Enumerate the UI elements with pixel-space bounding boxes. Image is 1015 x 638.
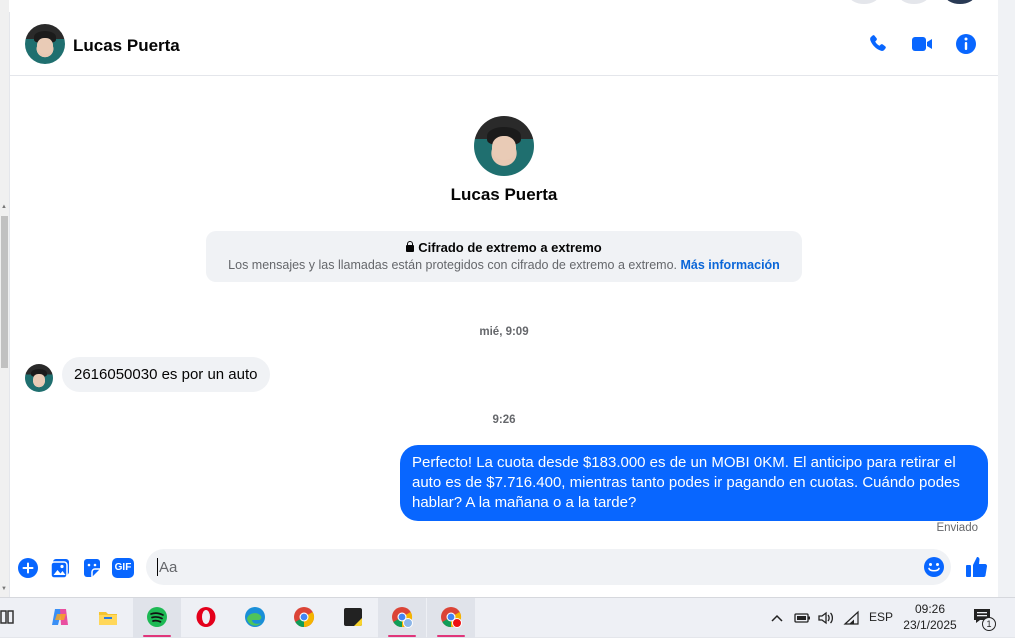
taskbar-opera[interactable] bbox=[182, 598, 230, 638]
message-timestamp: 9:26 bbox=[492, 414, 516, 426]
taskbar-edge[interactable] bbox=[231, 598, 279, 638]
encryption-notice: Cifrado de extremo a extremo Los mensaje… bbox=[206, 231, 802, 282]
message-timestamp: mié, 9:09 bbox=[479, 326, 529, 338]
taskbar-chrome[interactable] bbox=[280, 598, 328, 638]
battery-icon[interactable] bbox=[793, 611, 811, 625]
task-view-icon bbox=[0, 610, 14, 624]
top-bar-remnant bbox=[9, 0, 998, 12]
thumbs-up-icon[interactable] bbox=[965, 555, 989, 579]
language-indicator[interactable]: ESP bbox=[869, 610, 893, 624]
message-input[interactable]: Aa bbox=[146, 549, 951, 585]
scroll-down-icon[interactable]: ▼ bbox=[1, 586, 7, 592]
outgoing-message[interactable]: Perfecto! La cuota desde $183.000 es de … bbox=[400, 445, 988, 521]
message-placeholder: Aa bbox=[159, 559, 178, 576]
encryption-description: Los mensajes y las llamadas están proteg… bbox=[228, 258, 780, 272]
taskbar-chrome-profile[interactable] bbox=[378, 598, 426, 638]
right-gutter bbox=[998, 0, 1015, 597]
taskbar-file-explorer[interactable] bbox=[84, 598, 132, 638]
notification-count-badge: 1 bbox=[982, 617, 996, 631]
sticky-notes-icon bbox=[344, 608, 362, 626]
top-button[interactable] bbox=[899, 0, 929, 4]
chrome-icon bbox=[392, 607, 413, 628]
chevron-up-icon[interactable] bbox=[770, 611, 784, 625]
emoji-icon[interactable] bbox=[923, 556, 945, 578]
contact-name[interactable]: Lucas Puerta bbox=[73, 36, 180, 56]
message-status: Enviado bbox=[936, 522, 978, 534]
text-caret bbox=[157, 558, 158, 576]
encryption-title: Cifrado de extremo a extremo bbox=[206, 240, 802, 255]
profile-avatar[interactable] bbox=[474, 116, 534, 176]
plus-circle-icon[interactable] bbox=[17, 557, 39, 579]
gif-icon[interactable]: GIF bbox=[112, 558, 134, 578]
top-button[interactable] bbox=[849, 0, 879, 4]
taskbar-sticky-notes[interactable] bbox=[329, 598, 377, 638]
system-clock[interactable]: 09:26 23/1/2025 bbox=[897, 601, 963, 633]
chrome-icon bbox=[441, 607, 462, 628]
top-avatar[interactable] bbox=[945, 0, 975, 4]
notification-button[interactable]: 1 bbox=[973, 608, 996, 631]
taskbar-copilot[interactable] bbox=[36, 598, 84, 638]
video-camera-icon[interactable] bbox=[910, 32, 934, 56]
chat-header: Lucas Puerta bbox=[10, 12, 998, 76]
task-view-button[interactable] bbox=[0, 598, 34, 638]
chat-window: Lucas Puerta Lucas Puerta Cifrado de ext… bbox=[10, 12, 998, 597]
spotify-icon bbox=[147, 607, 167, 627]
info-icon[interactable] bbox=[954, 32, 978, 56]
contact-avatar[interactable] bbox=[25, 24, 65, 64]
edge-icon bbox=[245, 607, 265, 627]
sender-avatar[interactable] bbox=[25, 364, 53, 392]
windows-taskbar: ESP 09:26 23/1/2025 1 bbox=[0, 597, 1015, 638]
taskbar-spotify[interactable] bbox=[133, 598, 181, 638]
opera-icon bbox=[196, 607, 216, 627]
folder-icon bbox=[99, 612, 117, 625]
lock-icon bbox=[406, 241, 415, 252]
scrollbar-thumb[interactable] bbox=[1, 216, 8, 368]
clock-date: 23/1/2025 bbox=[903, 618, 957, 632]
sticker-icon[interactable] bbox=[81, 557, 103, 579]
scroll-up-icon[interactable]: ▲ bbox=[1, 204, 7, 210]
volume-icon[interactable] bbox=[817, 610, 835, 626]
clock-time: 09:26 bbox=[914, 602, 946, 616]
profile-name: Lucas Puerta bbox=[450, 185, 558, 204]
copilot-icon bbox=[52, 609, 68, 625]
more-info-link[interactable]: Más información bbox=[681, 258, 780, 272]
photo-icon[interactable] bbox=[49, 557, 71, 579]
chrome-icon bbox=[294, 607, 315, 628]
page-scrollbar[interactable]: ▲ ▼ bbox=[0, 0, 9, 597]
incoming-message[interactable]: 2616050030 es por un auto bbox=[62, 357, 270, 392]
phone-icon[interactable] bbox=[866, 32, 890, 56]
taskbar-chrome-profile[interactable] bbox=[427, 598, 475, 638]
wifi-icon[interactable] bbox=[843, 610, 861, 626]
